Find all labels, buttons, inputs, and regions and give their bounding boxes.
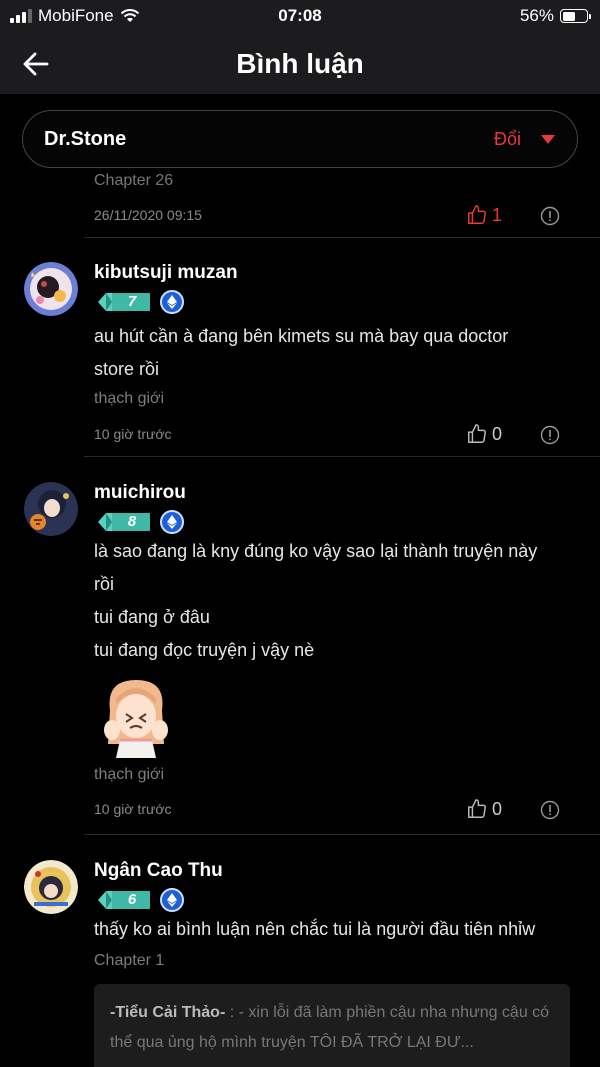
avatar[interactable] bbox=[24, 262, 78, 316]
reply-text: -Tiểu Cải Thảo- : - xin lỗi đã làm phiền… bbox=[110, 998, 550, 1058]
comment-text: tui đang đọc truyện j vậy nè bbox=[94, 640, 315, 660]
user-badges: 6 bbox=[96, 888, 184, 912]
chapter-label: Chapter 1 bbox=[94, 952, 165, 969]
ethereum-icon bbox=[160, 888, 184, 912]
comment-text: au hút cần à đang bên kimets su mà bay q… bbox=[94, 326, 509, 346]
series-selector[interactable]: Dr.Stone Đổi bbox=[22, 110, 578, 168]
more-options-icon[interactable] bbox=[540, 206, 560, 226]
avatar-image bbox=[24, 860, 78, 914]
comment-text: store rồi bbox=[94, 359, 160, 379]
reply-author: -Tiểu Cải Thảo- bbox=[110, 1004, 226, 1021]
status-right: 56% bbox=[519, 6, 591, 26]
level-badge: 6 bbox=[96, 889, 152, 911]
thumbs-up-icon bbox=[468, 205, 486, 224]
comment-text: thấy ko ai bình luận nên chắc tui là ngư… bbox=[94, 919, 536, 939]
comment-meta: 26/11/2020 09:15 1 bbox=[94, 204, 564, 228]
ethereum-icon bbox=[160, 290, 184, 314]
page-title: Bình luận bbox=[236, 48, 364, 79]
thumbs-up-icon bbox=[468, 799, 486, 818]
comment-time: 10 giờ trước bbox=[94, 426, 172, 442]
comment-list[interactable]: Chapter 26 26/11/2020 09:15 1 kibutsuji … bbox=[0, 94, 600, 1067]
status-bar: MobiFone 07:08 56% bbox=[0, 0, 600, 34]
battery-icon bbox=[560, 9, 591, 23]
level-badge: 7 bbox=[96, 291, 152, 313]
level-number: 6 bbox=[127, 891, 137, 908]
user-rank: thạch giới bbox=[94, 390, 165, 407]
like-count: 0 bbox=[491, 798, 502, 819]
level-number: 8 bbox=[127, 513, 137, 530]
comment-text: rồi bbox=[94, 574, 115, 594]
more-options-icon[interactable] bbox=[540, 800, 560, 820]
comment-meta: 10 giờ trước 0 bbox=[94, 798, 564, 822]
like-button[interactable]: 0 bbox=[466, 423, 502, 445]
change-series-button[interactable]: Đổi bbox=[494, 129, 521, 150]
chapter-label: Chapter 26 bbox=[94, 172, 174, 189]
sticker-image bbox=[96, 674, 176, 758]
level-number: 7 bbox=[127, 293, 137, 310]
thumbs-up-icon bbox=[468, 424, 486, 443]
like-button[interactable]: 0 bbox=[466, 798, 502, 820]
ethereum-icon bbox=[160, 510, 184, 534]
avatar[interactable] bbox=[24, 482, 78, 536]
like-count: 0 bbox=[491, 423, 502, 444]
user-badges: 7 bbox=[96, 290, 184, 314]
app-header: Bình luận bbox=[0, 34, 600, 94]
divider bbox=[84, 456, 600, 457]
user-rank: thạch giới bbox=[94, 766, 165, 783]
like-count: 1 bbox=[491, 204, 502, 225]
more-options-icon[interactable] bbox=[540, 425, 560, 445]
caret-down-icon[interactable] bbox=[541, 135, 555, 144]
avatar-image bbox=[24, 262, 78, 316]
comment-text: là sao đang là kny đúng ko vậy sao lại t… bbox=[94, 541, 538, 561]
comment-time: 26/11/2020 09:15 bbox=[94, 207, 202, 223]
like-button[interactable]: 1 bbox=[466, 204, 502, 226]
user-badges: 8 bbox=[96, 510, 184, 534]
divider bbox=[84, 237, 600, 238]
divider bbox=[84, 834, 600, 835]
battery-percent: 56% bbox=[519, 6, 554, 25]
reply-preview[interactable]: -Tiểu Cải Thảo- : - xin lỗi đã làm phiền… bbox=[94, 984, 570, 1067]
status-time: 07:08 bbox=[278, 6, 322, 25]
comment-text: tui đang ở đâu bbox=[94, 607, 210, 627]
avatar[interactable] bbox=[24, 860, 78, 914]
comment-time: 10 giờ trước bbox=[94, 801, 172, 817]
series-name: Dr.Stone bbox=[44, 128, 127, 150]
avatar-image bbox=[24, 482, 78, 536]
username[interactable]: kibutsuji muzan bbox=[94, 262, 238, 284]
level-badge: 8 bbox=[96, 511, 152, 533]
username[interactable]: muichirou bbox=[94, 482, 186, 504]
comment-meta: 10 giờ trước 0 bbox=[94, 423, 564, 447]
username[interactable]: Ngân Cao Thu bbox=[94, 860, 223, 882]
